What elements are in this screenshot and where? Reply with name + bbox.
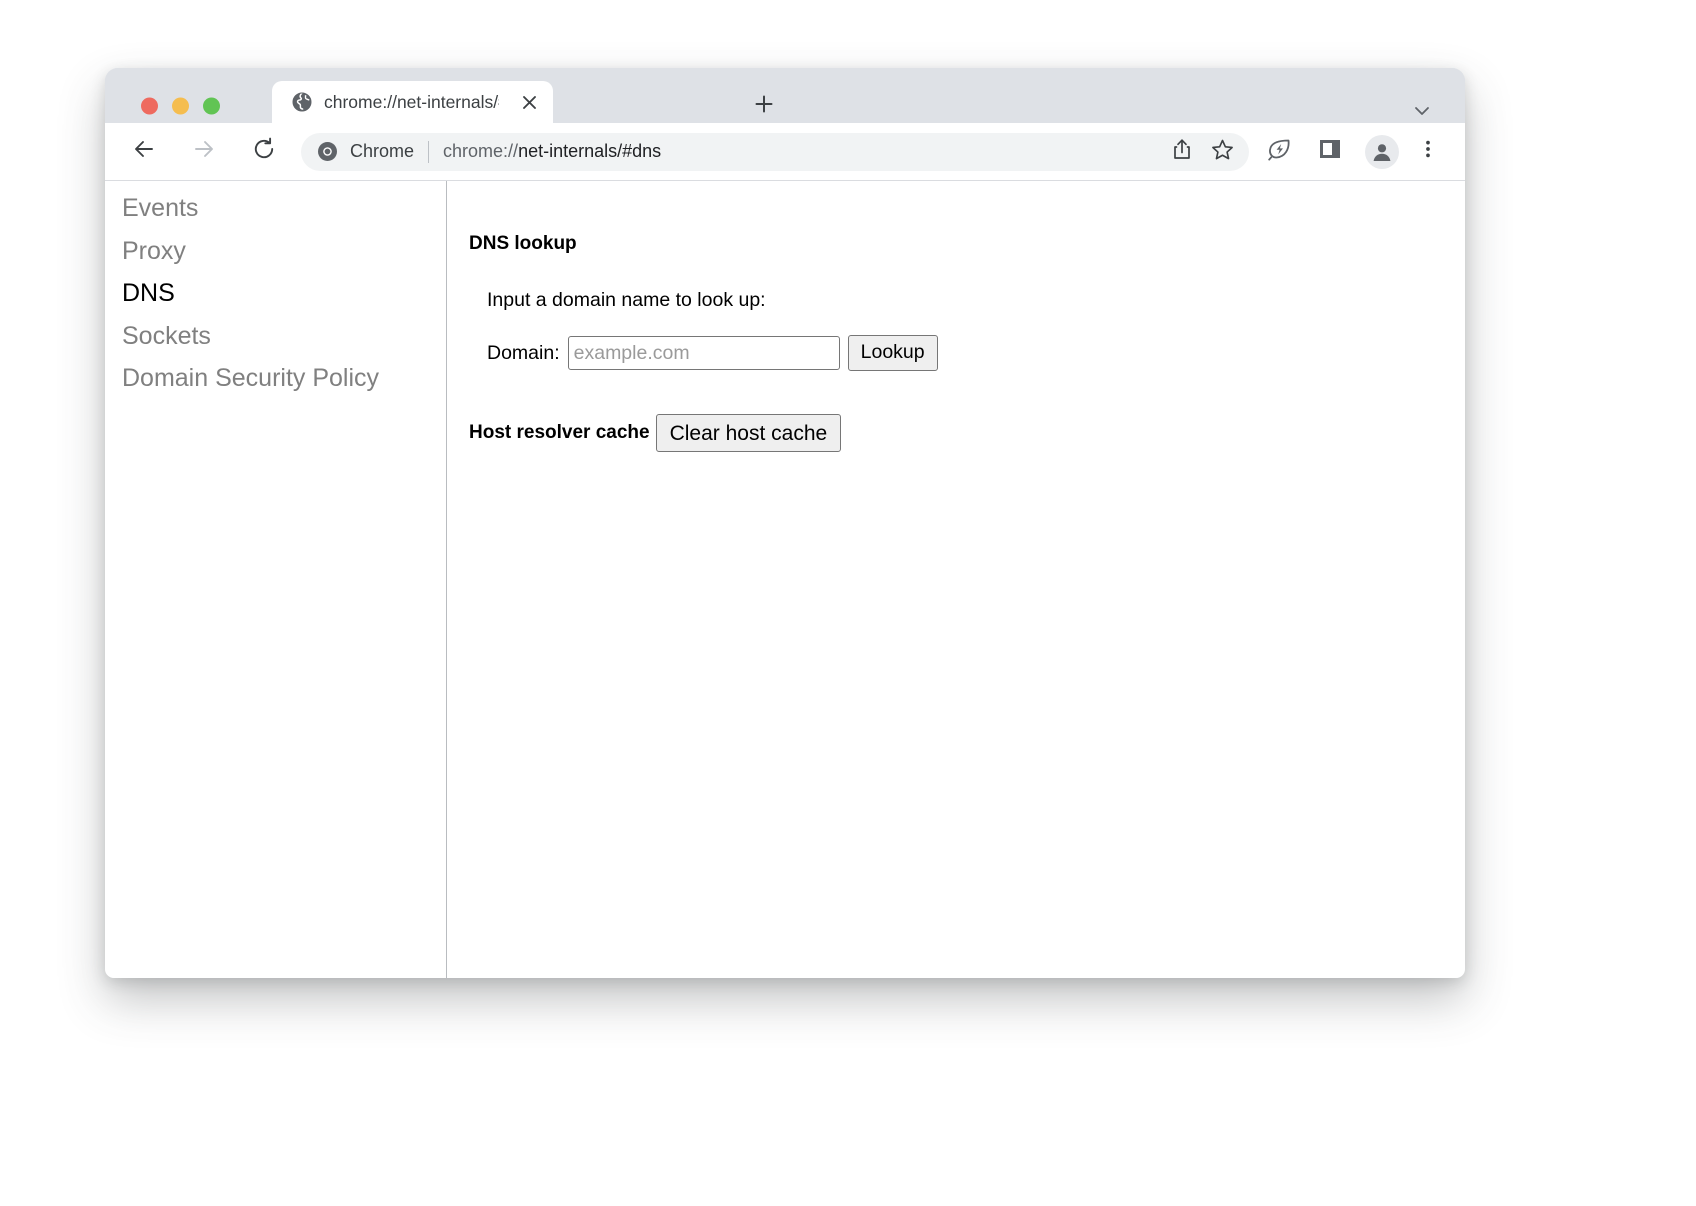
reload-icon <box>252 137 276 166</box>
star-icon <box>1211 138 1234 166</box>
window-close-button[interactable] <box>141 98 158 115</box>
page-content: Events Proxy DNS Sockets Domain Security… <box>105 181 1465 978</box>
sidebar-item-sockets[interactable]: Sockets <box>105 315 446 358</box>
net-internals-sidebar: Events Proxy DNS Sockets Domain Security… <box>105 181 447 978</box>
new-tab-button[interactable] <box>750 92 778 120</box>
browser-toolbar: Chrome chrome://net-internals/#dns <box>105 123 1465 181</box>
sidebar-item-dns[interactable]: DNS <box>105 272 446 315</box>
url-main: net-internals/#dns <box>518 141 661 161</box>
host-resolver-cache-heading: Host resolver cache <box>469 422 650 444</box>
lookup-button[interactable]: Lookup <box>848 335 938 371</box>
globe-icon <box>292 92 312 112</box>
domain-label: Domain: <box>487 342 560 365</box>
window-maximize-button[interactable] <box>203 98 220 115</box>
dns-panel: DNS lookup Input a domain name to look u… <box>447 181 1465 978</box>
browser-window: chrome://net-internals/#dns <box>105 68 1465 978</box>
domain-input[interactable] <box>568 336 840 370</box>
clear-host-cache-button[interactable]: Clear host cache <box>656 414 842 452</box>
energy-saver-button[interactable] <box>1261 133 1299 171</box>
share-icon <box>1171 138 1193 165</box>
address-bar[interactable]: Chrome chrome://net-internals/#dns <box>301 133 1249 171</box>
sidebar-item-proxy[interactable]: Proxy <box>105 230 446 273</box>
tab-net-internals[interactable]: chrome://net-internals/#dns <box>272 81 553 123</box>
leaf-bolt-icon <box>1267 136 1293 167</box>
url-prefix: chrome:// <box>443 141 518 161</box>
profile-avatar-button[interactable] <box>1363 133 1401 171</box>
sidebar-item-events[interactable]: Events <box>105 187 446 230</box>
omnibox-chrome-label: Chrome <box>350 141 414 162</box>
chevron-down-icon <box>1412 101 1432 126</box>
window-traffic-lights <box>141 98 220 115</box>
close-icon[interactable] <box>517 90 541 114</box>
lookup-instruction-text: Input a domain name to look up: <box>487 289 1465 312</box>
host-resolver-cache-row: Host resolver cache Clear host cache <box>469 414 1465 452</box>
side-panel-button[interactable] <box>1311 133 1349 171</box>
omnibox-actions <box>1165 135 1249 169</box>
omnibox-divider <box>428 141 429 163</box>
dns-lookup-heading: DNS lookup <box>469 233 1465 255</box>
back-button[interactable] <box>125 133 163 171</box>
side-panel-icon <box>1318 137 1342 166</box>
forward-button[interactable] <box>185 133 223 171</box>
arrow-left-icon <box>132 137 156 166</box>
chrome-logo-icon <box>317 141 338 162</box>
bookmark-button[interactable] <box>1205 135 1239 169</box>
sidebar-item-domain-security-policy[interactable]: Domain Security Policy <box>105 357 446 400</box>
share-button[interactable] <box>1165 135 1199 169</box>
omnibox-url-text: chrome://net-internals/#dns <box>443 141 661 162</box>
tab-strip: chrome://net-internals/#dns <box>105 68 1465 123</box>
avatar <box>1365 135 1399 169</box>
domain-lookup-row: Domain: Lookup <box>487 335 1465 371</box>
chrome-menu-button[interactable] <box>1409 133 1447 171</box>
reload-button[interactable] <box>245 133 283 171</box>
window-minimize-button[interactable] <box>172 98 189 115</box>
tab-title: chrome://net-internals/#dns <box>324 92 499 113</box>
plus-icon <box>755 95 773 118</box>
arrow-right-icon <box>192 137 216 166</box>
three-dots-vertical-icon <box>1418 139 1438 164</box>
